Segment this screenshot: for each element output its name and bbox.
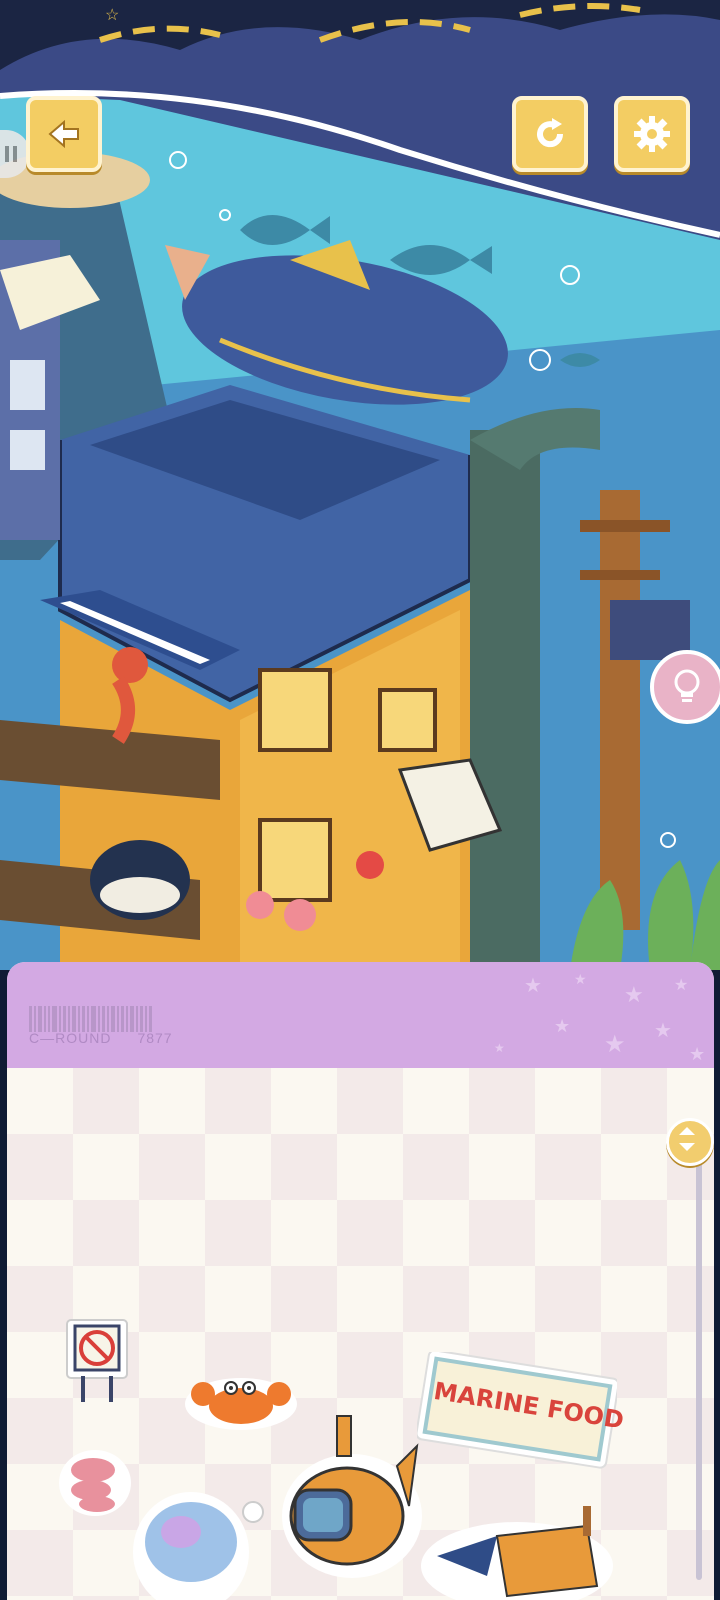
svg-text:★: ★ bbox=[689, 1044, 705, 1064]
hint-button[interactable] bbox=[650, 650, 720, 724]
svg-text:★: ★ bbox=[524, 975, 542, 997]
svg-text:☆: ☆ bbox=[105, 7, 119, 24]
inventory-scrollbar[interactable] bbox=[696, 1140, 702, 1580]
svg-text:★: ★ bbox=[554, 1016, 570, 1036]
svg-text:★: ★ bbox=[494, 1041, 505, 1055]
up-down-arrows-icon bbox=[679, 1127, 695, 1151]
settings-button[interactable] bbox=[614, 96, 690, 172]
submarine-sticker[interactable] bbox=[277, 1406, 427, 1591]
sea-anemone-sticker[interactable] bbox=[57, 1448, 133, 1523]
round-label: C—ROUND 7877 bbox=[29, 1030, 173, 1046]
game-scene[interactable]: ☆ bbox=[0, 0, 720, 970]
gear-icon bbox=[634, 116, 670, 152]
barcode bbox=[29, 1002, 194, 1032]
panel-header: C—ROUND 7877 ★ ★ ★ ★ ★ ★ ★ ★ ★ bbox=[7, 962, 714, 1070]
lightbulb-icon bbox=[674, 669, 700, 702]
no-swimming-sign-sticker[interactable] bbox=[65, 1318, 129, 1413]
round-prefix: C—ROUND bbox=[29, 1030, 112, 1046]
svg-text:★: ★ bbox=[654, 1020, 672, 1042]
restart-icon bbox=[537, 118, 564, 148]
marine-food-sign-sticker[interactable]: MARINE FOOD bbox=[415, 1349, 626, 1477]
round-number: 7877 bbox=[137, 1030, 173, 1046]
arrow-left-icon bbox=[48, 119, 79, 149]
scene-art: ☆ bbox=[0, 0, 720, 970]
stars-decoration: ★ ★ ★ ★ ★ ★ ★ ★ ★ bbox=[494, 971, 705, 1064]
svg-text:★: ★ bbox=[674, 977, 688, 994]
sticker-inventory-panel: C—ROUND 7877 ★ ★ ★ ★ ★ ★ ★ ★ ★ MARINE FO… bbox=[7, 962, 714, 1600]
restart-button[interactable] bbox=[512, 96, 588, 172]
svg-text:★: ★ bbox=[574, 971, 587, 987]
svg-text:★: ★ bbox=[604, 1031, 626, 1058]
boat-sticker[interactable] bbox=[417, 1496, 617, 1600]
svg-text:★: ★ bbox=[624, 982, 644, 1007]
back-button[interactable] bbox=[26, 96, 102, 172]
pause-icon bbox=[5, 146, 17, 162]
jellyfish-sticker[interactable] bbox=[131, 1482, 271, 1600]
scrollbar-handle[interactable] bbox=[666, 1118, 714, 1166]
